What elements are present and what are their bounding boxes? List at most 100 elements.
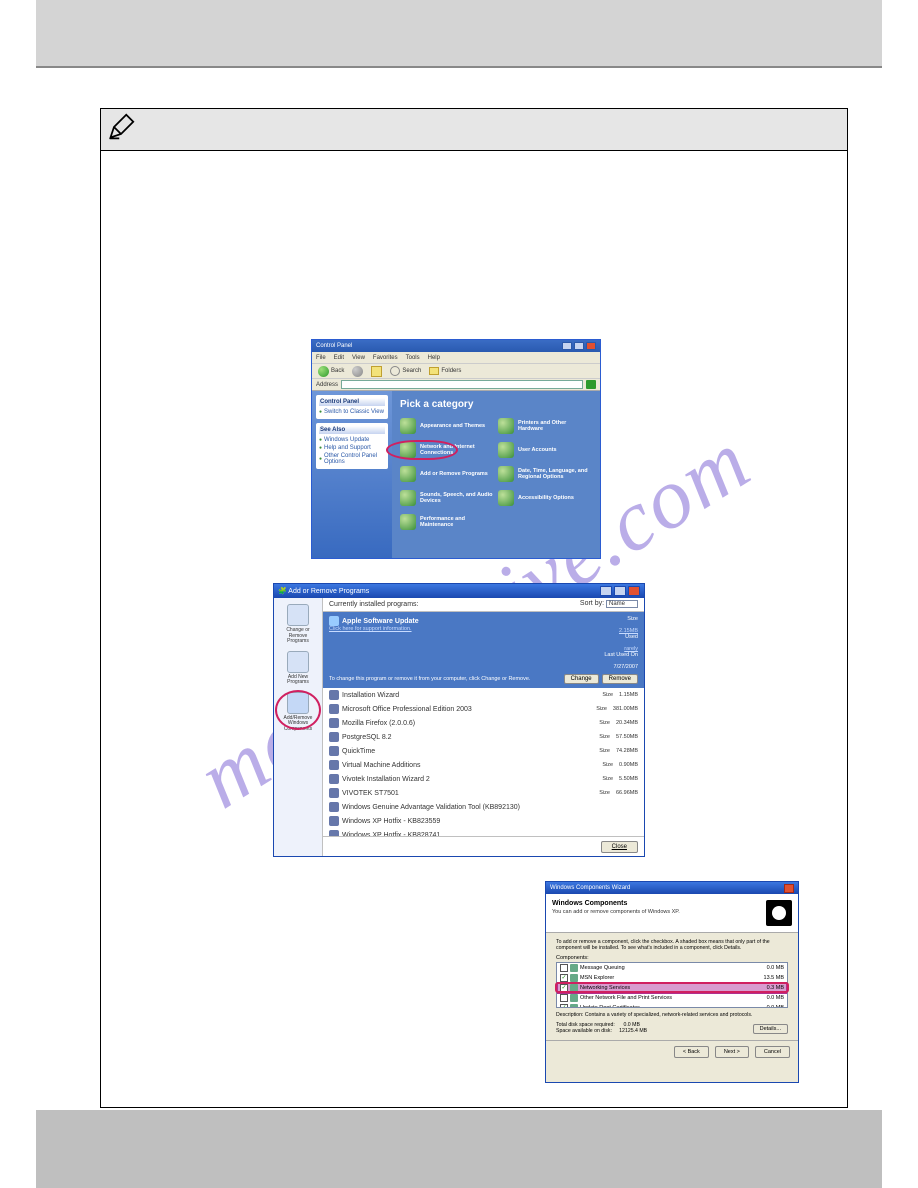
control-panel-window: Control Panel File Edit View Favorites T… <box>311 339 601 559</box>
seealso-item[interactable]: Help and Support <box>319 444 385 452</box>
checkbox[interactable] <box>560 994 568 1002</box>
change-remove-icon <box>287 604 309 626</box>
size-value: 1.15MB <box>619 692 638 698</box>
category-users[interactable]: User Accounts <box>498 442 592 458</box>
seealso-item[interactable]: Windows Update <box>319 436 385 444</box>
program-row[interactable]: Windows Genuine Advantage Validation Too… <box>323 800 644 814</box>
details-button[interactable]: Details... <box>753 1024 788 1034</box>
accessibility-icon <box>498 490 514 506</box>
address-input[interactable] <box>341 380 583 389</box>
sort-dropdown[interactable]: Name <box>606 600 638 608</box>
category-printers[interactable]: Printers and Other Hardware <box>498 418 592 434</box>
performance-icon <box>400 514 416 530</box>
component-row[interactable]: Other Network File and Print Services 0.0… <box>557 993 787 1003</box>
program-row[interactable]: Installation WizardSize1.15MB <box>323 688 644 702</box>
program-row[interactable]: Mozilla Firefox (2.0.0.6)Size20.34MB <box>323 716 644 730</box>
component-row[interactable]: ✓Update Root Certificates0.0 MB <box>557 1003 787 1008</box>
note-header <box>101 109 847 151</box>
forward-button[interactable] <box>352 366 363 377</box>
add-new-button[interactable]: Add New Programs <box>278 651 318 686</box>
category-accessibility[interactable]: Accessibility Options <box>498 490 592 506</box>
category-add-remove[interactable]: Add or Remove Programs <box>400 466 494 482</box>
close-button[interactable] <box>586 342 596 350</box>
category-datetime[interactable]: Date, Time, Language, and Regional Optio… <box>498 466 592 482</box>
program-name: Microsoft Office Professional Edition 20… <box>342 706 472 713</box>
program-row[interactable]: Virtual Machine AdditionsSize0.90MB <box>323 758 644 772</box>
program-row[interactable]: VIVOTEK ST7501Size66.96MB <box>323 786 644 800</box>
minimize-button[interactable] <box>562 342 572 350</box>
program-name: Vivotek Installation Wizard 2 <box>342 776 430 783</box>
close-button[interactable] <box>784 884 794 893</box>
back-button[interactable]: < Back <box>674 1046 709 1058</box>
change-button[interactable]: Change <box>564 674 599 684</box>
wizard-header: Windows Components You can add or remove… <box>546 894 798 933</box>
checkbox[interactable]: ✓ <box>560 1004 568 1008</box>
program-row[interactable]: Windows XP Hotfix - KB828741 <box>323 828 644 836</box>
menu-help[interactable]: Help <box>428 355 440 361</box>
maximize-button[interactable] <box>614 586 626 596</box>
category-sounds[interactable]: Sounds, Speech, and Audio Devices <box>400 490 494 506</box>
minimize-button[interactable] <box>600 586 612 596</box>
window-title: Control Panel <box>316 343 352 349</box>
printers-icon <box>498 418 514 434</box>
cancel-button[interactable]: Cancel <box>755 1046 790 1058</box>
wcw-titlebar: Windows Components Wizard <box>546 882 798 894</box>
program-row[interactable]: Windows XP Hotfix - KB823559 <box>323 814 644 828</box>
maximize-button[interactable] <box>574 342 584 350</box>
highlight-circle <box>386 440 458 460</box>
close-button[interactable] <box>628 586 640 596</box>
size-label: Size <box>599 748 610 754</box>
back-button[interactable]: Back <box>318 366 344 377</box>
up-icon[interactable] <box>371 366 382 377</box>
highlight-circle <box>275 690 321 730</box>
wizard-title: Windows Components <box>552 900 766 907</box>
search-button[interactable]: Search <box>390 366 421 376</box>
size-value: 381.00MB <box>613 706 638 712</box>
seealso-item[interactable]: Other Control Panel Options <box>319 452 385 466</box>
menu-favorites[interactable]: Favorites <box>373 355 398 361</box>
pick-category-title: Pick a category <box>400 399 592 410</box>
program-icon <box>329 690 339 700</box>
highlight-rectangle <box>555 982 789 993</box>
seealso-title: See Also <box>319 426 385 434</box>
back-icon <box>318 366 329 377</box>
checkbox[interactable] <box>560 964 568 972</box>
change-remove-instr: To change this program or remove it from… <box>329 676 530 682</box>
window-title: Windows Components Wizard <box>550 885 630 891</box>
change-remove-button[interactable]: Change or Remove Programs <box>278 604 318 645</box>
size-label: Size <box>602 692 613 698</box>
cp-titlebar: Control Panel <box>312 340 600 352</box>
program-name: Apple Software Update <box>342 618 419 625</box>
category-performance[interactable]: Performance and Maintenance <box>400 514 494 530</box>
menu-tools[interactable]: Tools <box>406 355 420 361</box>
program-row[interactable]: Vivotek Installation Wizard 2Size5.50MB <box>323 772 644 786</box>
appearance-icon <box>400 418 416 434</box>
program-row[interactable]: Microsoft Office Professional Edition 20… <box>323 702 644 716</box>
program-row[interactable]: PostgreSQL 8.2Size57.50MB <box>323 730 644 744</box>
program-list[interactable]: Apple Software Update Click here for sup… <box>323 612 644 836</box>
menu-view[interactable]: View <box>352 355 365 361</box>
size-value: 57.50MB <box>616 734 638 740</box>
remove-button[interactable]: Remove <box>602 674 638 684</box>
program-icon <box>329 760 339 770</box>
program-row[interactable]: QuickTimeSize74.28MB <box>323 744 644 758</box>
go-button[interactable] <box>586 380 596 389</box>
next-button[interactable]: Next > <box>715 1046 749 1058</box>
support-link[interactable]: Click here for support information. <box>329 626 419 632</box>
sidebar-panel-seealso: See Also Windows Update Help and Support… <box>316 423 388 469</box>
program-icon <box>329 616 339 626</box>
category-appearance[interactable]: Appearance and Themes <box>400 418 494 434</box>
component-row[interactable]: Message Queuing0.0 MB <box>557 963 787 973</box>
menu-file[interactable]: File <box>316 355 326 361</box>
close-button-footer[interactable]: Close <box>601 841 638 853</box>
component-name: Other Network File and Print Services <box>580 995 672 1001</box>
program-icon <box>329 774 339 784</box>
component-size: 0.0 MB <box>767 995 784 1001</box>
program-row-selected[interactable]: Apple Software Update Click here for sup… <box>323 612 644 688</box>
menu-edit[interactable]: Edit <box>334 355 344 361</box>
program-icon <box>329 788 339 798</box>
program-name: Mozilla Firefox (2.0.0.6) <box>342 720 415 727</box>
switch-classic-link[interactable]: Switch to Classic View <box>319 408 385 416</box>
size-value: 66.96MB <box>616 790 638 796</box>
folders-button[interactable]: Folders <box>429 367 461 375</box>
